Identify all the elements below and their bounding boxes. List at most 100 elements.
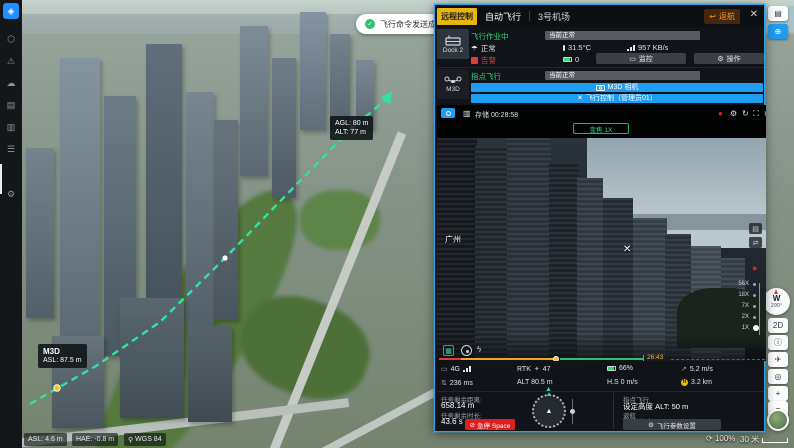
- emergency-stop-button[interactable]: ⊘ 急停 Space: [465, 419, 515, 430]
- sidebar-item-media[interactable]: ▥: [0, 118, 22, 136]
- fullscreen-icon[interactable]: ⛶: [753, 109, 759, 119]
- panel-header: 远程控制 自动飞行 3号机场 ↩ 返航 ✕: [435, 5, 764, 27]
- umbrella-icon: ☂: [471, 44, 478, 53]
- battery-icon: [563, 57, 572, 62]
- flash-icon[interactable]: ϟ: [477, 345, 481, 354]
- minimap-toggle[interactable]: ▦: [443, 345, 454, 356]
- city-watermark: 广州: [445, 234, 461, 245]
- flight-params-button[interactable]: ⚙ 飞行参数设置: [623, 419, 721, 430]
- battery-icon: [607, 366, 616, 371]
- lens-swap-button[interactable]: ⇄: [749, 237, 762, 248]
- flight-control-panel: 远程控制 自动飞行 3号机场 ↩ 返航 ✕ Dock 2 飞行作业中 当前正常 …: [434, 4, 765, 432]
- sidebar-item-tasks[interactable]: ☰: [0, 140, 22, 158]
- plus-icon: +: [776, 389, 781, 398]
- camera-view-button[interactable]: M3D 相机: [471, 83, 763, 92]
- camera-source-icon[interactable]: [441, 108, 455, 118]
- monitor-icon: ▭: [441, 365, 448, 373]
- aircraft-locate-button[interactable]: ✈: [768, 352, 788, 367]
- zoom-level-label: 2X: [733, 314, 749, 320]
- app-logo[interactable]: ◈: [3, 3, 19, 19]
- zoom-level-label: 56X: [733, 281, 749, 287]
- remote-control-tab[interactable]: 远程控制: [437, 8, 477, 25]
- info-button[interactable]: ⓘ: [768, 335, 788, 350]
- zoom-level-label: 7X: [733, 303, 749, 309]
- flight-path: [0, 0, 434, 448]
- dock-alarm[interactable]: 告警: [471, 55, 496, 66]
- sd-icon: ▥: [463, 109, 471, 118]
- layers-button[interactable]: ▤: [768, 6, 788, 21]
- monitor-icon: ▭: [629, 55, 636, 63]
- drone-triangle-icon: ▲: [546, 408, 553, 415]
- sidebar-item-alerts[interactable]: ⚠: [0, 52, 22, 70]
- sidebar-item-library[interactable]: ▤: [0, 96, 22, 114]
- info-icon: ⓘ: [774, 337, 782, 348]
- settings-icon[interactable]: ⚙: [730, 109, 737, 118]
- return-home-icon: ↩: [709, 12, 716, 21]
- mission-duration-value: 43.6 s: [441, 417, 463, 426]
- control-sticks-icon: ✕: [577, 94, 583, 103]
- dock-site-name[interactable]: 3号机场: [538, 10, 570, 23]
- record-dot-icon[interactable]: ●: [752, 263, 757, 273]
- wide-icon: ▤: [752, 225, 759, 233]
- gimbal-dial-icon[interactable]: [461, 345, 472, 356]
- close-icon[interactable]: ✕: [750, 9, 758, 20]
- power-icon[interactable]: ⊙: [764, 109, 766, 118]
- timeline-marker[interactable]: [553, 356, 559, 361]
- latency-icon: ⇅: [441, 379, 447, 387]
- datum-chip[interactable]: ⚲ WGS 84: [124, 433, 166, 446]
- drone-device-name: M3D: [446, 86, 460, 93]
- telemetry-signal: ▭ 4G: [441, 365, 471, 373]
- datum-icon: ⚲: [128, 436, 133, 444]
- sidebar-item-projects[interactable]: ⬡: [0, 30, 22, 48]
- alarm-icon: [471, 57, 478, 64]
- dock-battery: 0: [563, 55, 579, 64]
- zoom-level-slider[interactable]: 56X 18X 7X 2X 1X: [733, 281, 765, 337]
- attitude-compass[interactable]: ▲: [532, 394, 566, 428]
- timeline-safe: [560, 358, 643, 360]
- monitor-button[interactable]: ▭ 监控: [596, 53, 686, 64]
- thermometer-icon: [563, 45, 565, 51]
- basemap-thumbnail[interactable]: [767, 409, 789, 431]
- center-target-button[interactable]: ◎: [768, 369, 788, 384]
- sidebar-item-settings[interactable]: ⚙: [0, 185, 22, 203]
- dock-health-text: 当前正常: [549, 32, 575, 39]
- device-dock[interactable]: Dock 2: [437, 29, 469, 59]
- mode-2d-button[interactable]: 2D: [768, 318, 788, 333]
- telemetry-divider: [437, 391, 764, 392]
- swap-icon: ⇄: [753, 239, 759, 247]
- satellite-icon: ✦: [534, 365, 540, 373]
- drone-asl: ASL: 87.5 m: [43, 356, 82, 365]
- device-drone[interactable]: M3D: [437, 69, 469, 99]
- sidebar-item-weather[interactable]: ☁: [0, 74, 22, 92]
- zoom-percent: ⟳ 100%: [706, 434, 735, 443]
- zoom-mode-indicator[interactable]: 变焦 1X: [573, 123, 629, 134]
- telemetry-latency: ⇅ 236 ms: [441, 379, 473, 387]
- alt-value: ALT: 77 m: [335, 128, 368, 137]
- app-sidebar: ◈ ⬡ ⚠ ☁ ▤ ▥ ☰ ⚙: [0, 0, 22, 448]
- return-home-button[interactable]: ↩ 返航: [704, 9, 740, 24]
- lens-wide-button[interactable]: ▤: [749, 223, 762, 234]
- compass-degrees: 290°: [771, 303, 782, 309]
- gimbal-pitch-slider[interactable]: [572, 399, 573, 424]
- telemetry-hspeed: H.S 0 m/s: [607, 379, 638, 386]
- refresh-icon[interactable]: ↻: [742, 109, 749, 118]
- return-home-label: 返航: [719, 11, 735, 22]
- flight-control-button[interactable]: ✕ 飞行控制（管理员01）: [471, 94, 763, 103]
- gear-icon: ⚙: [717, 55, 723, 63]
- target-icon: ◎: [775, 372, 782, 381]
- heading-tick-icon: [547, 392, 551, 396]
- compass[interactable]: W 290°: [763, 288, 790, 315]
- asl-text: ASL: 4.6 m: [28, 436, 63, 443]
- record-icon[interactable]: ●: [718, 109, 723, 118]
- dock-network: 957 KB/s: [627, 43, 668, 52]
- operate-button[interactable]: ⚙ 操作: [694, 53, 764, 64]
- measure-button[interactable]: ⊕: [768, 24, 788, 39]
- zoom-in-button[interactable]: +: [768, 386, 788, 401]
- mission-distance-value: 658.14 m: [441, 401, 474, 410]
- video-feed[interactable]: ▥ 存储 00:28:58 ● ⚙ ↻ ⛶ ⊙ 变焦 1X: [437, 105, 766, 361]
- dock-status: 飞行作业中: [471, 31, 509, 42]
- loading-icon: ⟳: [706, 434, 713, 443]
- drone-health-text: 当前正常: [549, 72, 575, 79]
- drone-status: 指点飞行: [471, 71, 501, 82]
- signal-icon: [627, 45, 635, 51]
